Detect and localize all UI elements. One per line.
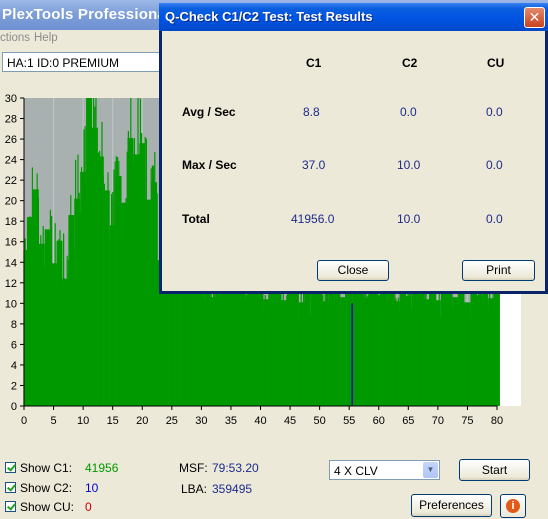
show-c2-label: Show C2: <box>20 481 73 495</box>
x-tick-label: 65 <box>402 415 414 427</box>
x-tick-label: 75 <box>461 415 473 427</box>
y-tick-label: 0 <box>11 401 17 413</box>
x-tick-label: 70 <box>432 415 444 427</box>
total-c1-value: 41956.0 <box>291 212 335 226</box>
test-results-dialog: Q-Check C1/C2 Test: Test Results ✕ C1 C2… <box>159 3 548 294</box>
lba-value: 359495 <box>212 482 253 496</box>
avg-cu-value: 0.0 <box>486 105 503 119</box>
row-label-max: Max / Sec <box>182 158 237 172</box>
start-button[interactable]: Start <box>459 459 530 481</box>
y-tick-label: 8 <box>11 319 17 331</box>
info-button[interactable]: i <box>500 494 526 518</box>
total-c2-value: 10.0 <box>397 212 421 226</box>
dialog-body: C1 C2 CU Avg / Sec 8.8 0.0 0.0 Max / Sec… <box>162 31 545 291</box>
chevron-down-icon[interactable]: ▼ <box>423 462 438 478</box>
show-cu-label: Show CU: <box>20 500 75 514</box>
avg-c2-value: 0.0 <box>400 105 417 119</box>
row-label-total: Total <box>182 212 210 226</box>
show-cu-checkbox[interactable] <box>5 501 16 512</box>
row-label-avg: Avg / Sec <box>182 105 236 119</box>
x-tick-label: 15 <box>107 415 119 427</box>
close-icon[interactable]: ✕ <box>524 7 545 28</box>
menu-item-help[interactable]: Help <box>34 32 58 44</box>
x-tick-label: 60 <box>373 415 385 427</box>
show-cu-value: 0 <box>85 500 92 514</box>
x-tick-label: 55 <box>343 415 355 427</box>
y-tick-label: 2 <box>11 380 17 392</box>
y-tick-label: 4 <box>11 360 17 372</box>
x-tick-label: 45 <box>284 415 296 427</box>
y-tick-label: 28 <box>5 114 17 126</box>
dialog-title-bar: Q-Check C1/C2 Test: Test Results ✕ <box>159 3 548 31</box>
x-tick-label: 30 <box>195 415 207 427</box>
y-tick-label: 12 <box>5 278 17 290</box>
device-selector[interactable]: HA:1 ID:0 PREMIUM <box>2 52 160 72</box>
y-tick-label: 6 <box>11 339 17 351</box>
x-tick-label: 10 <box>77 415 89 427</box>
show-c1-value: 41956 <box>85 461 119 475</box>
max-c2-value: 10.0 <box>397 158 421 172</box>
y-tick-label: 22 <box>5 175 17 187</box>
menu-item-actions[interactable]: ctions <box>0 32 30 44</box>
device-label: HA:1 ID:0 PREMIUM <box>7 56 120 70</box>
dialog-title: Q-Check C1/C2 Test: Test Results <box>165 9 373 24</box>
show-c1-label: Show C1: <box>20 461 73 475</box>
y-tick-label: 16 <box>5 237 17 249</box>
x-tick-label: 5 <box>51 415 57 427</box>
max-c1-value: 37.0 <box>302 158 326 172</box>
info-icon: i <box>506 499 520 513</box>
x-tick-label: 50 <box>314 415 326 427</box>
avg-c1-value: 8.8 <box>303 105 320 119</box>
column-header-c2: C2 <box>402 56 418 70</box>
speed-select[interactable]: 4 X CLV ▼ <box>329 460 440 480</box>
preferences-button[interactable]: Preferences <box>411 494 492 517</box>
y-tick-label: 10 <box>5 298 17 310</box>
max-cu-value: 0.0 <box>486 158 503 172</box>
print-button[interactable]: Print <box>462 260 535 281</box>
show-c2-value: 10 <box>85 481 99 495</box>
x-tick-label: 0 <box>21 415 27 427</box>
show-c2-checkbox[interactable] <box>5 482 16 493</box>
close-button[interactable]: Close <box>317 260 389 281</box>
x-tick-label: 20 <box>136 415 148 427</box>
x-tick-label: 40 <box>254 415 266 427</box>
y-tick-label: 18 <box>5 216 17 228</box>
x-tick-label: 35 <box>225 415 237 427</box>
y-tick-label: 30 <box>5 93 17 105</box>
x-tick-label: 80 <box>491 415 503 427</box>
msf-label: MSF: <box>179 461 208 475</box>
column-header-cu: CU <box>487 56 505 70</box>
lba-label: LBA: <box>181 482 208 496</box>
y-tick-label: 24 <box>5 155 17 167</box>
show-c1-checkbox[interactable] <box>5 462 16 473</box>
speed-select-value: 4 X CLV <box>334 464 378 478</box>
y-tick-label: 14 <box>5 257 17 269</box>
x-tick-label: 25 <box>166 415 178 427</box>
y-tick-label: 26 <box>5 134 17 146</box>
msf-value: 79:53.20 <box>212 461 259 475</box>
column-header-c1: C1 <box>306 56 322 70</box>
total-cu-value: 0.0 <box>486 212 503 226</box>
y-tick-label: 20 <box>5 196 17 208</box>
